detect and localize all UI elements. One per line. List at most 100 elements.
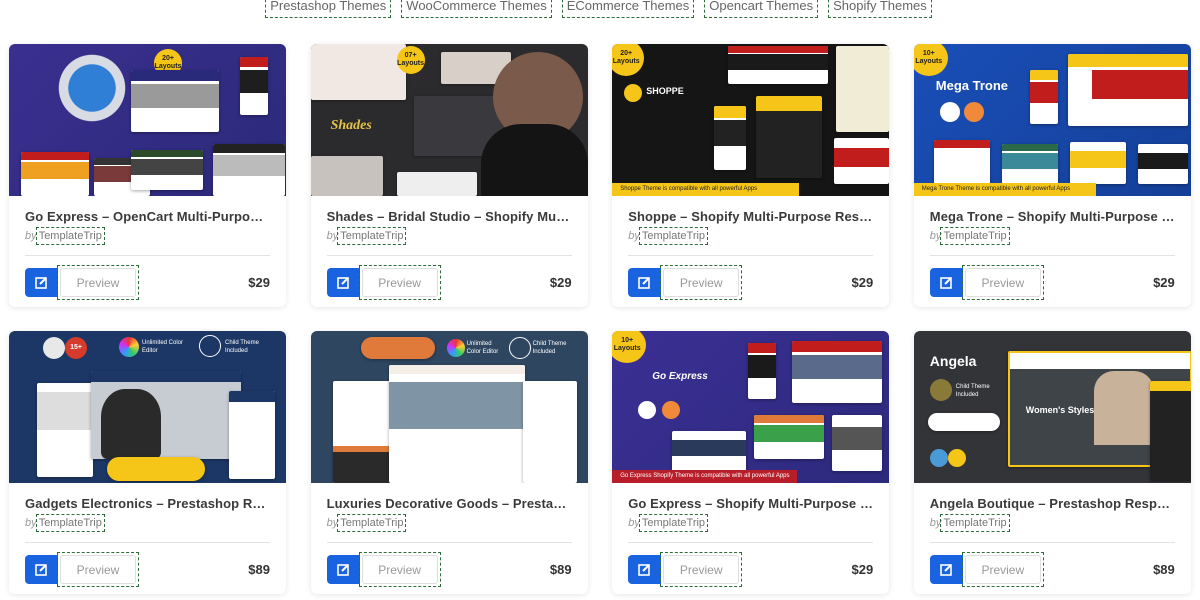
divider	[25, 255, 270, 256]
mock-phone	[714, 106, 747, 170]
nav-shopify-themes[interactable]: Shopify Themes	[828, 0, 932, 18]
mock-page	[522, 381, 577, 483]
author-link[interactable]: TemplateTrip	[940, 227, 1010, 245]
feature-color-editor: Unlimited Color Editor	[142, 340, 184, 354]
author-link[interactable]: TemplateTrip	[337, 227, 407, 245]
preview-button[interactable]: Preview	[60, 555, 136, 584]
edit-button[interactable]	[628, 555, 662, 584]
feature-child-theme: Child Theme Included	[532, 341, 567, 355]
product-price: $89	[1153, 562, 1175, 577]
edit-button[interactable]	[326, 555, 360, 584]
mock-page	[310, 156, 383, 196]
product-card: 15+ Unlimited Color Editor Child Theme I…	[9, 331, 286, 594]
envato-icon	[963, 102, 984, 122]
color-editor-icon	[446, 339, 465, 357]
product-grid: 20+ Layouts Go Express – OpenCart Multi-…	[9, 44, 1191, 594]
author-link[interactable]: TemplateTrip	[638, 514, 709, 532]
preview-button[interactable]: Preview	[964, 268, 1041, 297]
feature-child-theme: Child Theme Included	[225, 340, 259, 354]
edit-icon	[35, 277, 47, 289]
globe-logo-icon	[37, 44, 137, 136]
product-price: $29	[1153, 275, 1175, 290]
product-title[interactable]: Gadgets Electronics – Prestashop Resp...	[25, 496, 270, 511]
edit-icon	[939, 564, 952, 576]
product-card: 20+ Layouts SHOPPE Shoppe Theme is compa…	[612, 44, 890, 307]
language-flags	[360, 337, 435, 359]
nav-prestashop-themes[interactable]: Prestashop Themes	[265, 0, 392, 18]
author-link[interactable]: TemplateTrip	[638, 227, 709, 245]
edit-button[interactable]	[326, 268, 360, 297]
divider	[326, 542, 572, 543]
product-title[interactable]: Mega Trone – Shopify Multi-Purpose R...	[930, 209, 1175, 224]
mock-laptop	[1067, 54, 1188, 126]
edit-button[interactable]	[929, 268, 963, 297]
product-card: 20+ Layouts Go Express – OpenCart Multi-…	[9, 44, 286, 307]
product-title[interactable]: Go Express – Shopify Multi-Purpose Re...	[628, 496, 873, 511]
mock-page	[332, 381, 391, 483]
mock-page	[21, 152, 89, 196]
preview-focus-outline: Preview	[358, 552, 441, 587]
mock-laptop	[756, 96, 823, 178]
preview-button[interactable]: Preview	[361, 268, 438, 297]
edit-icon	[638, 277, 650, 289]
mock-page	[213, 144, 285, 196]
preview-button[interactable]: Preview	[964, 555, 1041, 584]
edit-button[interactable]	[25, 555, 58, 584]
product-card: Unlimited Color Editor Child Theme Inclu…	[310, 331, 588, 594]
product-title[interactable]: Luxuries Decorative Goods – Prestasho...	[327, 496, 572, 511]
hero-heading: Women's Styles	[1025, 405, 1095, 415]
author-link[interactable]: TemplateTrip	[940, 514, 1010, 532]
thumb-logo: Mega Trone	[935, 78, 1009, 93]
preview-button[interactable]: Preview	[60, 268, 136, 297]
mock-page	[834, 138, 890, 184]
product-card: 10+ Layouts Mega Trone Mega Trone Theme …	[913, 44, 1191, 307]
product-thumbnail[interactable]: 15+ Unlimited Color Editor Child Theme I…	[9, 331, 286, 483]
preview-focus-outline: Preview	[660, 265, 743, 300]
author-link[interactable]: TemplateTrip	[337, 514, 407, 532]
product-price: $29	[549, 275, 572, 290]
preview-button[interactable]: Preview	[663, 555, 740, 584]
thumb-logo: Angela	[929, 353, 977, 369]
product-author: by TemplateTrip	[25, 227, 270, 245]
product-thumbnail[interactable]: 20+ Layouts SHOPPE Shoppe Theme is compa…	[612, 44, 890, 196]
product-thumbnail[interactable]: Angela Child Theme Included Women's Styl…	[913, 331, 1191, 483]
shopify-icon	[638, 401, 657, 419]
product-title[interactable]: Go Express – OpenCart Multi-Purpose ...	[25, 209, 270, 224]
mock-laptop	[131, 70, 219, 132]
product-author: by TemplateTrip	[930, 227, 1175, 245]
nav-opencart-themes[interactable]: Opencart Themes	[704, 0, 819, 18]
product-title[interactable]: Shades – Bridal Studio – Shopify Multi-.…	[327, 209, 572, 224]
edit-button[interactable]	[25, 268, 58, 297]
preview-button[interactable]: Preview	[361, 555, 438, 584]
child-theme-icon	[508, 337, 531, 359]
feature-child-theme: Child Theme Included	[955, 384, 990, 398]
author-link[interactable]: TemplateTrip	[35, 227, 105, 245]
layouts-badge: 15+	[65, 337, 87, 359]
product-author: by TemplateTrip	[628, 514, 873, 532]
product-thumbnail[interactable]: 20+ Layouts	[9, 44, 286, 196]
language-flags	[107, 457, 205, 481]
mock-page	[832, 415, 883, 471]
edit-button[interactable]	[929, 555, 963, 584]
product-thumbnail[interactable]: 07+ Layouts Shades	[310, 44, 588, 196]
product-thumbnail[interactable]: 10+ Layouts Mega Trone Mega Trone Theme …	[913, 44, 1191, 196]
mock-page	[1069, 142, 1126, 184]
preview-button[interactable]: Preview	[663, 268, 740, 297]
preview-focus-outline: Preview	[57, 265, 139, 300]
product-thumbnail[interactable]: Unlimited Color Editor Child Theme Inclu…	[310, 331, 588, 483]
product-title[interactable]: Shoppe – Shopify Multi-Purpose Respo...	[628, 209, 873, 224]
product-author: by TemplateTrip	[327, 227, 572, 245]
nav-ecommerce-themes[interactable]: ECommerce Themes	[561, 0, 695, 18]
product-thumbnail[interactable]: 10+ Layouts Go Express Go Express Shopif…	[612, 331, 890, 483]
model-body	[480, 124, 588, 196]
divider	[25, 542, 270, 543]
color-editor-icon	[119, 337, 139, 357]
author-link[interactable]: TemplateTrip	[35, 514, 105, 532]
product-author: by TemplateTrip	[930, 514, 1175, 532]
mock-laptop	[388, 365, 525, 483]
mock-laptop	[792, 341, 883, 403]
mock-phone	[240, 57, 268, 115]
edit-button[interactable]	[628, 268, 662, 297]
nav-woocommerce-themes[interactable]: WooCommerce Themes	[401, 0, 552, 18]
product-title[interactable]: Angela Boutique – Prestashop Respon...	[930, 496, 1175, 511]
